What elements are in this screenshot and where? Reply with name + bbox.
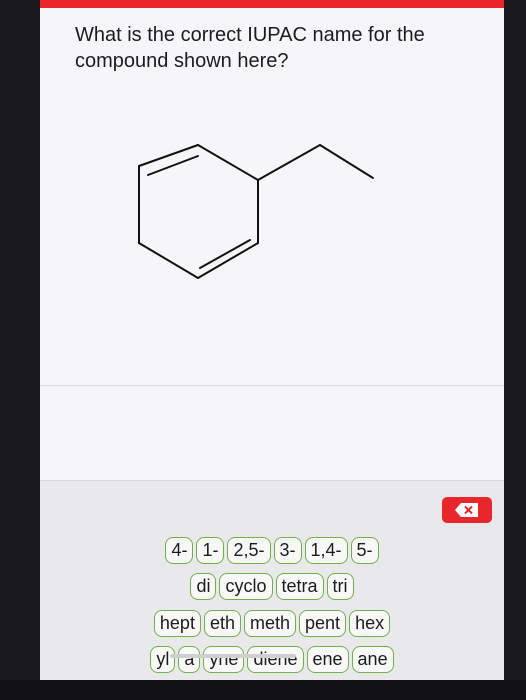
token-tetra[interactable]: tetra — [275, 573, 324, 600]
token-ene[interactable]: ene — [306, 646, 349, 673]
delete-button[interactable] — [442, 497, 492, 523]
question-line-2: compound shown here? — [75, 50, 289, 72]
top-accent-bar — [40, 0, 504, 8]
question-screen: What is the correct IUPAC name for the c… — [40, 8, 504, 680]
question-line-1: What is the correct IUPAC name for the — [75, 24, 425, 46]
token-row-suffixes: yl a yne diene ene ane — [40, 646, 504, 673]
token-diene[interactable]: diene — [247, 646, 304, 673]
token-1[interactable]: 1- — [196, 537, 225, 564]
token-row-roots: hept eth meth pent hex — [40, 610, 504, 637]
token-di[interactable]: di — [190, 573, 217, 600]
token-hex[interactable]: hex — [349, 610, 391, 637]
token-cyclo[interactable]: cyclo — [219, 573, 273, 600]
double-bond-top — [147, 155, 199, 176]
bond-top-left — [138, 144, 199, 167]
token-row-prefixes: di cyclo tetra tri — [40, 573, 504, 600]
bond-bottom-left — [138, 242, 199, 279]
device-bezel — [0, 680, 526, 700]
token-yne[interactable]: yne — [203, 646, 245, 673]
token-yl[interactable]: yl — [150, 646, 176, 673]
bond-bottom-right — [197, 242, 259, 279]
home-indicator[interactable] — [170, 654, 296, 658]
token-meth[interactable]: meth — [243, 610, 297, 637]
token-tri[interactable]: tri — [326, 573, 354, 600]
ethyl-bond-2 — [319, 144, 374, 179]
token-pent[interactable]: pent — [299, 610, 347, 637]
backspace-x-icon — [455, 503, 478, 517]
token-keyboard: 4- 1- 2,5- 3- 1,4- 5- di cyclo tetra tri… — [40, 480, 504, 680]
question-prompt: What is the correct IUPAC name for the c… — [75, 22, 455, 74]
ethyl-bond-1 — [257, 144, 321, 181]
token-a[interactable]: a — [178, 646, 201, 673]
token-hept[interactable]: hept — [153, 610, 201, 637]
bond-top-right — [197, 144, 259, 181]
token-3[interactable]: 3- — [273, 537, 302, 564]
question-area: What is the correct IUPAC name for the c… — [40, 8, 504, 480]
divider-line — [40, 385, 504, 386]
molecule-structure-image — [138, 144, 374, 279]
token-row-locants: 4- 1- 2,5- 3- 1,4- 5- — [40, 537, 504, 564]
token-ane[interactable]: ane — [351, 646, 394, 673]
double-bond-bottom — [199, 239, 251, 269]
token-eth[interactable]: eth — [203, 610, 241, 637]
token-4[interactable]: 4- — [165, 537, 194, 564]
token-5[interactable]: 5- — [350, 537, 379, 564]
token-2-5[interactable]: 2,5- — [227, 537, 271, 564]
token-1-4[interactable]: 1,4- — [304, 537, 348, 564]
